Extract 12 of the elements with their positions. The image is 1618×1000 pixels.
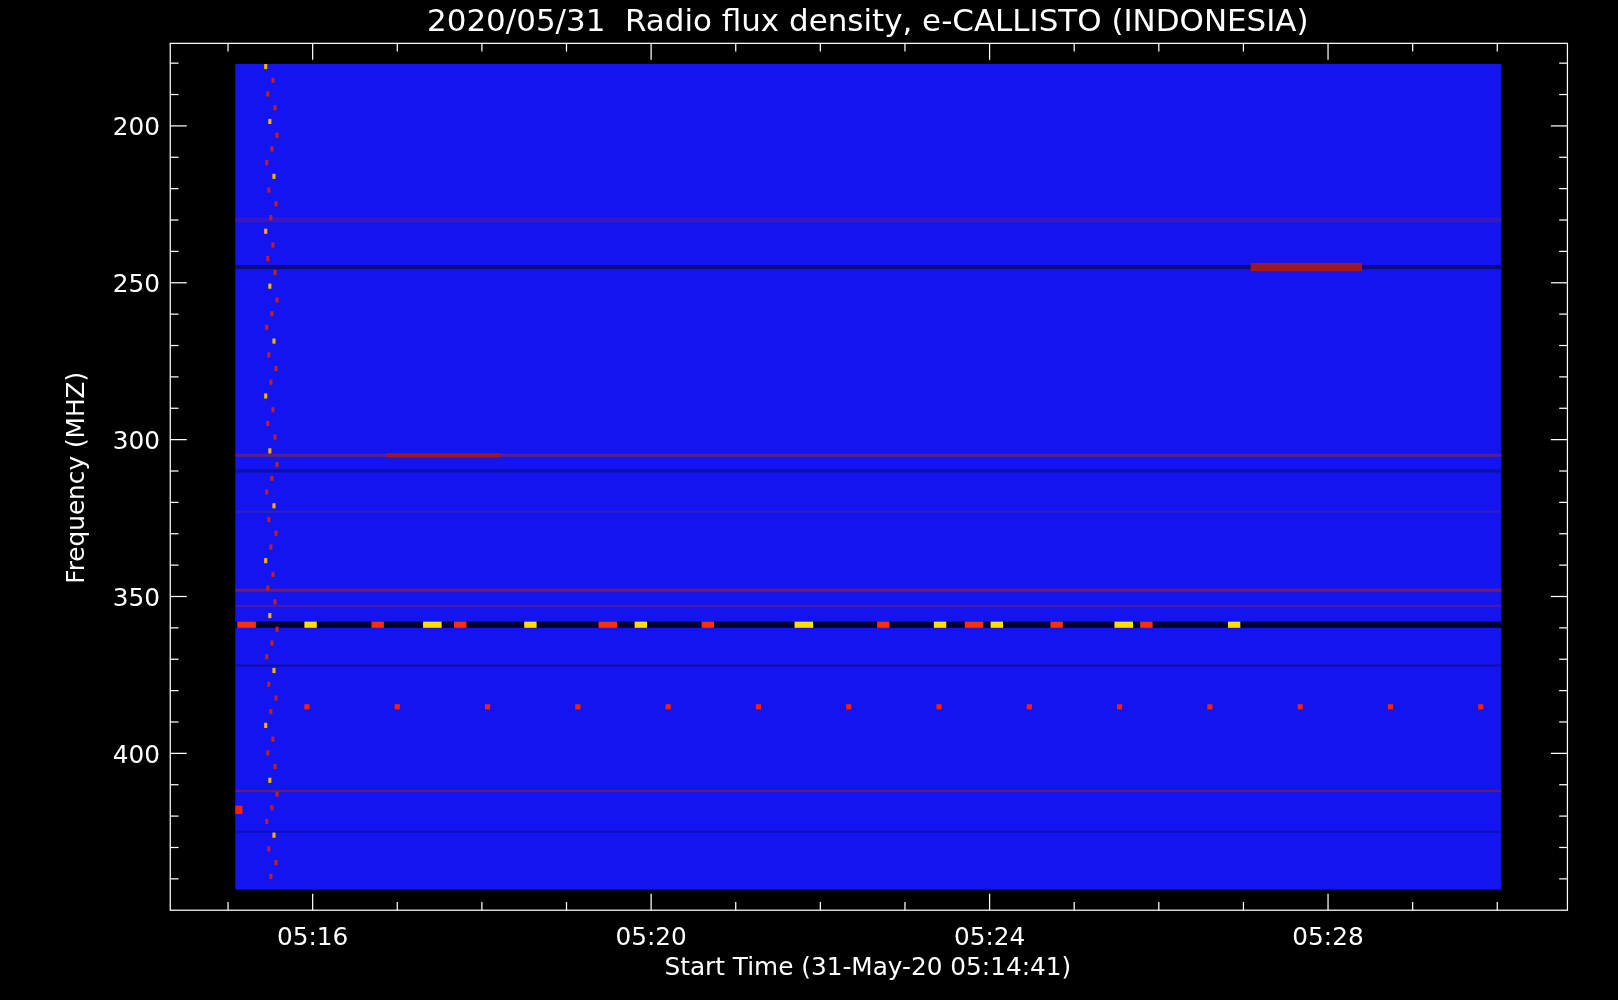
tick-label: 05:28 [1292,922,1364,952]
tick-label: 400 [112,739,160,769]
tick-label: 200 [112,112,160,142]
y-axis-label: Frequency (MHZ) [60,371,90,584]
tick-label: 250 [112,269,160,299]
x-axis-label: Start Time (31-May-20 05:14:41) [664,952,1072,982]
chart-title: 2020/05/31 Radio flux density, e-CALLISTO (INDONESIA) [427,1,1309,38]
tick-label: 05:16 [277,922,349,952]
tick-label: 350 [112,582,160,612]
tick-label: 300 [112,425,160,455]
tick-label: 05:24 [953,922,1026,952]
tick-label: 05:20 [615,922,687,952]
